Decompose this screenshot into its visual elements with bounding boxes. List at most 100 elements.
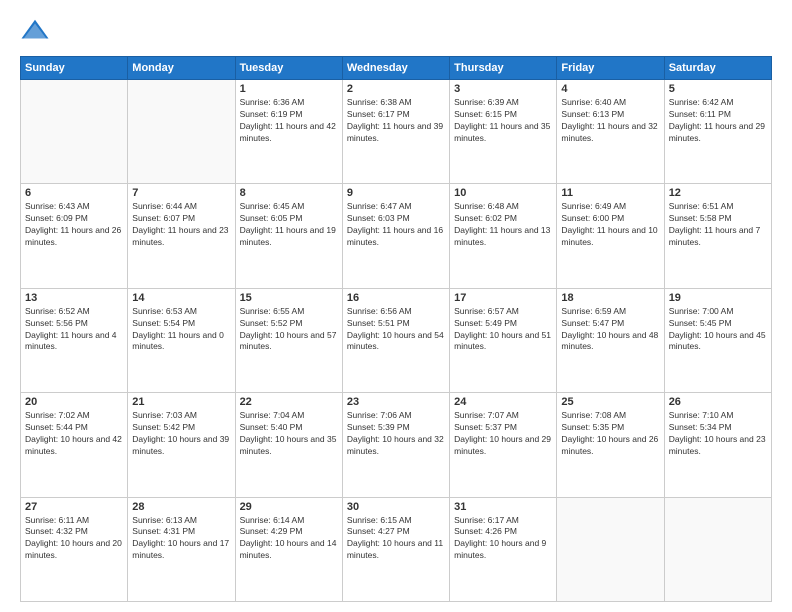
day-info: Sunrise: 7:06 AM Sunset: 5:39 PM Dayligh… [347, 410, 445, 458]
day-info: Sunrise: 6:49 AM Sunset: 6:00 PM Dayligh… [561, 201, 659, 249]
day-info: Sunrise: 6:11 AM Sunset: 4:32 PM Dayligh… [25, 515, 123, 563]
weekday-header-friday: Friday [557, 57, 664, 80]
day-number: 5 [669, 83, 767, 95]
day-info: Sunrise: 6:55 AM Sunset: 5:52 PM Dayligh… [240, 306, 338, 354]
day-number: 12 [669, 187, 767, 199]
day-info: Sunrise: 7:04 AM Sunset: 5:40 PM Dayligh… [240, 410, 338, 458]
weekday-header-row: SundayMondayTuesdayWednesdayThursdayFrid… [21, 57, 772, 80]
day-info: Sunrise: 7:08 AM Sunset: 5:35 PM Dayligh… [561, 410, 659, 458]
day-number: 4 [561, 83, 659, 95]
day-cell: 10 Sunrise: 6:48 AM Sunset: 6:02 PM Dayli… [450, 184, 557, 288]
day-cell: 12 Sunrise: 6:51 AM Sunset: 5:58 PM Dayli… [664, 184, 771, 288]
day-cell: 2 Sunrise: 6:38 AM Sunset: 6:17 PM Daylig… [342, 80, 449, 184]
day-cell: 8 Sunrise: 6:45 AM Sunset: 6:05 PM Daylig… [235, 184, 342, 288]
day-info: Sunrise: 6:48 AM Sunset: 6:02 PM Dayligh… [454, 201, 552, 249]
day-number: 26 [669, 396, 767, 408]
day-number: 21 [132, 396, 230, 408]
day-cell: 31Sunrise: 6:17 AM Sunset: 4:26 PM Dayli… [450, 497, 557, 601]
day-info: Sunrise: 6:39 AM Sunset: 6:15 PM Dayligh… [454, 97, 552, 145]
day-number: 27 [25, 501, 123, 513]
page: SundayMondayTuesdayWednesdayThursdayFrid… [0, 0, 792, 612]
week-row-3: 13Sunrise: 6:52 AM Sunset: 5:56 PM Dayli… [21, 288, 772, 392]
day-info: Sunrise: 6:40 AM Sunset: 6:13 PM Dayligh… [561, 97, 659, 145]
day-number: 18 [561, 292, 659, 304]
day-cell: 27 Sunrise: 6:11 AM Sunset: 4:32 PM Dayli… [21, 497, 128, 601]
day-number: 8 [240, 187, 338, 199]
day-number: 11 [561, 187, 659, 199]
weekday-header-monday: Monday [128, 57, 235, 80]
day-number: 23 [347, 396, 445, 408]
day-cell: 25 Sunrise: 7:08 AM Sunset: 5:35 PM Dayli… [557, 393, 664, 497]
day-cell: 21 Sunrise: 7:03 AM Sunset: 5:42 PM Dayli… [128, 393, 235, 497]
day-cell: 26 Sunrise: 7:10 AM Sunset: 5:34 PM Dayli… [664, 393, 771, 497]
day-number: 14 [132, 292, 230, 304]
week-row-4: 20 Sunrise: 7:02 AM Sunset: 5:44 PM Dayli… [21, 393, 772, 497]
day-number: 10 [454, 187, 552, 199]
day-cell: 5 Sunrise: 6:42 AM Sunset: 6:11 PM Daylig… [664, 80, 771, 184]
weekday-header-sunday: Sunday [21, 57, 128, 80]
weekday-header-saturday: Saturday [664, 57, 771, 80]
day-info: Sunrise: 7:07 AM Sunset: 5:37 PM Dayligh… [454, 410, 552, 458]
day-cell: 22 Sunrise: 7:04 AM Sunset: 5:40 PM Dayli… [235, 393, 342, 497]
day-number: 30 [347, 501, 445, 513]
day-cell: 28 Sunrise: 6:13 AM Sunset: 4:31 PM Dayli… [128, 497, 235, 601]
day-number: 19 [669, 292, 767, 304]
day-info: Sunrise: 7:00 AM Sunset: 5:45 PM Dayligh… [669, 306, 767, 354]
day-cell: 13Sunrise: 6:52 AM Sunset: 5:56 PM Dayli… [21, 288, 128, 392]
day-info: Sunrise: 6:15 AM Sunset: 4:27 PM Dayligh… [347, 515, 445, 563]
day-info: Sunrise: 7:03 AM Sunset: 5:42 PM Dayligh… [132, 410, 230, 458]
day-number: 1 [240, 83, 338, 95]
day-info: Sunrise: 6:56 AM Sunset: 5:51 PM Dayligh… [347, 306, 445, 354]
day-cell [664, 497, 771, 601]
day-number: 28 [132, 501, 230, 513]
weekday-header-tuesday: Tuesday [235, 57, 342, 80]
week-row-2: 6Sunrise: 6:43 AM Sunset: 6:09 PM Daylig… [21, 184, 772, 288]
day-info: Sunrise: 6:59 AM Sunset: 5:47 PM Dayligh… [561, 306, 659, 354]
day-info: Sunrise: 7:02 AM Sunset: 5:44 PM Dayligh… [25, 410, 123, 458]
day-cell: 17 Sunrise: 6:57 AM Sunset: 5:49 PM Dayli… [450, 288, 557, 392]
day-info: Sunrise: 6:51 AM Sunset: 5:58 PM Dayligh… [669, 201, 767, 249]
day-cell [128, 80, 235, 184]
day-cell: 1 Sunrise: 6:36 AM Sunset: 6:19 PM Daylig… [235, 80, 342, 184]
logo-icon [20, 16, 50, 46]
day-number: 29 [240, 501, 338, 513]
day-number: 25 [561, 396, 659, 408]
day-cell: 3Sunrise: 6:39 AM Sunset: 6:15 PM Daylig… [450, 80, 557, 184]
day-info: Sunrise: 6:47 AM Sunset: 6:03 PM Dayligh… [347, 201, 445, 249]
day-number: 2 [347, 83, 445, 95]
logo [20, 16, 54, 46]
day-cell: 20 Sunrise: 7:02 AM Sunset: 5:44 PM Dayli… [21, 393, 128, 497]
day-cell [21, 80, 128, 184]
calendar-table: SundayMondayTuesdayWednesdayThursdayFrid… [20, 56, 772, 602]
day-number: 22 [240, 396, 338, 408]
day-number: 16 [347, 292, 445, 304]
day-cell [557, 497, 664, 601]
weekday-header-wednesday: Wednesday [342, 57, 449, 80]
day-cell: 29 Sunrise: 6:14 AM Sunset: 4:29 PM Dayli… [235, 497, 342, 601]
day-info: Sunrise: 6:57 AM Sunset: 5:49 PM Dayligh… [454, 306, 552, 354]
day-info: Sunrise: 6:13 AM Sunset: 4:31 PM Dayligh… [132, 515, 230, 563]
day-info: Sunrise: 6:45 AM Sunset: 6:05 PM Dayligh… [240, 201, 338, 249]
day-cell: 15Sunrise: 6:55 AM Sunset: 5:52 PM Dayli… [235, 288, 342, 392]
day-cell: 7Sunrise: 6:44 AM Sunset: 6:07 PM Daylig… [128, 184, 235, 288]
day-info: Sunrise: 6:38 AM Sunset: 6:17 PM Dayligh… [347, 97, 445, 145]
day-number: 20 [25, 396, 123, 408]
day-number: 24 [454, 396, 552, 408]
day-cell: 19 Sunrise: 7:00 AM Sunset: 5:45 PM Dayli… [664, 288, 771, 392]
day-cell: 9Sunrise: 6:47 AM Sunset: 6:03 PM Daylig… [342, 184, 449, 288]
day-info: Sunrise: 6:14 AM Sunset: 4:29 PM Dayligh… [240, 515, 338, 563]
day-number: 17 [454, 292, 552, 304]
day-info: Sunrise: 6:52 AM Sunset: 5:56 PM Dayligh… [25, 306, 123, 354]
week-row-5: 27 Sunrise: 6:11 AM Sunset: 4:32 PM Dayli… [21, 497, 772, 601]
day-cell: 23 Sunrise: 7:06 AM Sunset: 5:39 PM Dayli… [342, 393, 449, 497]
day-cell: 24 Sunrise: 7:07 AM Sunset: 5:37 PM Dayli… [450, 393, 557, 497]
day-info: Sunrise: 6:42 AM Sunset: 6:11 PM Dayligh… [669, 97, 767, 145]
day-info: Sunrise: 7:10 AM Sunset: 5:34 PM Dayligh… [669, 410, 767, 458]
day-cell: 18 Sunrise: 6:59 AM Sunset: 5:47 PM Dayli… [557, 288, 664, 392]
day-cell: 11 Sunrise: 6:49 AM Sunset: 6:00 PM Dayli… [557, 184, 664, 288]
header [20, 16, 772, 46]
day-cell: 14Sunrise: 6:53 AM Sunset: 5:54 PM Dayli… [128, 288, 235, 392]
day-info: Sunrise: 6:36 AM Sunset: 6:19 PM Dayligh… [240, 97, 338, 145]
day-cell: 30 Sunrise: 6:15 AM Sunset: 4:27 PM Dayli… [342, 497, 449, 601]
day-info: Sunrise: 6:44 AM Sunset: 6:07 PM Dayligh… [132, 201, 230, 249]
